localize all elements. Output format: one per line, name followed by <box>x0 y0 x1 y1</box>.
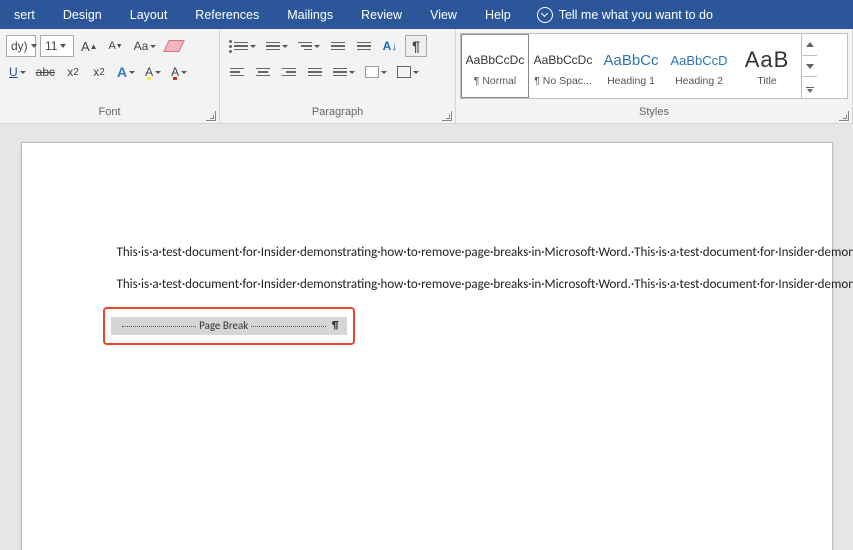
chevron-down-icon <box>381 71 387 74</box>
page-break-label: Page Break <box>199 318 248 334</box>
style-preview: AaBbCcDc <box>466 45 525 75</box>
tab-layout[interactable]: Layout <box>116 0 182 29</box>
paragraph-group-label: Paragraph <box>220 105 455 123</box>
shrink-font-button[interactable]: A▼ <box>105 35 127 57</box>
numbering-button[interactable] <box>263 35 291 57</box>
tab-view[interactable]: View <box>416 0 471 29</box>
subscript-button[interactable]: x2 <box>62 61 84 83</box>
page[interactable]: This·is·a·test·document·for·Insider·demo… <box>21 142 833 550</box>
tab-review[interactable]: Review <box>347 0 416 29</box>
dotted-line-icon <box>122 326 197 327</box>
document-area: This·is·a·test·document·for·Insider·demo… <box>0 124 853 550</box>
chevron-down-icon <box>31 44 37 48</box>
multilevel-list-button[interactable] <box>295 35 323 57</box>
paragraph-text[interactable]: This·is·a·test·document·for·Insider·demo… <box>117 243 737 262</box>
chevron-down-icon <box>181 71 187 74</box>
paragraph-dialog-launcher[interactable] <box>442 111 452 121</box>
underline-button[interactable]: U <box>6 61 29 83</box>
ribbon: dy) 11 A▲ A▼ Aa U abc x2 x2 A A A Font <box>0 29 853 124</box>
font-color-button[interactable]: A <box>168 61 190 83</box>
chevron-down-icon <box>150 45 156 48</box>
pilcrow-icon: ¶ <box>412 38 420 54</box>
chevron-down-icon <box>250 45 256 48</box>
text-effects-button[interactable]: A <box>114 61 138 83</box>
borders-button[interactable] <box>394 61 422 83</box>
gallery-scroll <box>801 34 817 98</box>
dotted-line-icon <box>251 326 326 327</box>
style-heading-2[interactable]: AaBbCcD Heading 2 <box>665 34 733 98</box>
justify-button[interactable] <box>304 61 326 83</box>
style-preview: AaBbCcDc <box>534 45 593 75</box>
style-name: Heading 1 <box>607 75 655 87</box>
style-name: ¶ No Spac... <box>534 75 592 87</box>
gallery-more[interactable] <box>802 77 817 98</box>
paragraph-text[interactable]: This·is·a·test·document·for·Insider·demo… <box>117 275 737 294</box>
chevron-down-icon <box>806 64 814 69</box>
chevron-down-icon <box>155 71 161 74</box>
lightbulb-icon <box>537 7 553 23</box>
style-preview: AaBbCc <box>603 45 658 75</box>
font-size-combo[interactable]: 11 <box>40 35 74 57</box>
menubar: sert Design Layout References Mailings R… <box>0 0 853 29</box>
gallery-scroll-down[interactable] <box>802 56 817 78</box>
style-title[interactable]: AaB Title <box>733 34 801 98</box>
font-group-label: Font <box>0 105 219 123</box>
bullets-button[interactable] <box>226 35 259 57</box>
show-hide-button[interactable]: ¶ <box>405 35 427 57</box>
pilcrow-icon: ¶ <box>332 318 339 334</box>
style-normal[interactable]: AaBbCcDc ¶ Normal <box>461 34 529 98</box>
align-left-button[interactable] <box>226 61 248 83</box>
font-size-value: 11 <box>45 39 57 53</box>
style-name: ¶ Normal <box>474 75 516 87</box>
paragraph-group: A↓ ¶ Paragraph <box>220 29 456 123</box>
chevron-down-icon <box>413 71 419 74</box>
style-heading-1[interactable]: AaBbCc Heading 1 <box>597 34 665 98</box>
styles-dialog-launcher[interactable] <box>839 111 849 121</box>
styles-group: AaBbCcDc ¶ Normal AaBbCcDc ¶ No Spac... … <box>456 29 853 123</box>
styles-group-label: Styles <box>456 105 852 123</box>
more-icon <box>806 87 814 88</box>
change-case-button[interactable]: Aa <box>131 35 160 57</box>
style-gallery: AaBbCcDc ¶ Normal AaBbCcDc ¶ No Spac... … <box>460 33 848 99</box>
increase-indent-button[interactable] <box>353 35 375 57</box>
style-preview: AaB <box>745 45 790 75</box>
style-preview: AaBbCcD <box>670 45 727 75</box>
style-name: Title <box>757 75 776 87</box>
align-center-button[interactable] <box>252 61 274 83</box>
tab-references[interactable]: References <box>181 0 273 29</box>
chevron-down-icon <box>20 71 26 74</box>
grow-font-button[interactable]: A▲ <box>78 35 101 57</box>
font-name-combo[interactable]: dy) <box>6 35 36 57</box>
eraser-icon <box>163 40 185 52</box>
chevron-down-icon <box>60 44 66 48</box>
style-name: Heading 2 <box>675 75 723 87</box>
highlight-button[interactable]: A <box>142 61 164 83</box>
gallery-scroll-up[interactable] <box>802 34 817 56</box>
font-dialog-launcher[interactable] <box>206 111 216 121</box>
font-group: dy) 11 A▲ A▼ Aa U abc x2 x2 A A A Font <box>0 29 220 123</box>
font-name-value: dy) <box>11 39 28 53</box>
tab-insert[interactable]: sert <box>0 0 49 29</box>
strikethrough-button[interactable]: abc <box>33 61 58 83</box>
chevron-down-icon <box>314 45 320 48</box>
align-right-button[interactable] <box>278 61 300 83</box>
tell-me-label: Tell me what you want to do <box>559 8 713 22</box>
style-no-spacing[interactable]: AaBbCcDc ¶ No Spac... <box>529 34 597 98</box>
decrease-indent-button[interactable] <box>327 35 349 57</box>
chevron-up-icon <box>806 42 814 47</box>
chevron-down-icon <box>282 45 288 48</box>
tab-design[interactable]: Design <box>49 0 116 29</box>
page-break-marker[interactable]: Page Break ¶ <box>111 317 347 335</box>
annotation-highlight: Page Break ¶ <box>103 307 355 345</box>
tab-help[interactable]: Help <box>471 0 525 29</box>
chevron-down-icon <box>349 71 355 74</box>
line-spacing-button[interactable] <box>330 61 358 83</box>
clear-formatting-button[interactable] <box>163 35 185 57</box>
chevron-down-icon <box>129 71 135 74</box>
shading-button[interactable] <box>362 61 390 83</box>
tell-me-search[interactable]: Tell me what you want to do <box>537 7 713 23</box>
superscript-button[interactable]: x2 <box>88 61 110 83</box>
tab-mailings[interactable]: Mailings <box>273 0 347 29</box>
sort-button[interactable]: A↓ <box>379 35 401 57</box>
